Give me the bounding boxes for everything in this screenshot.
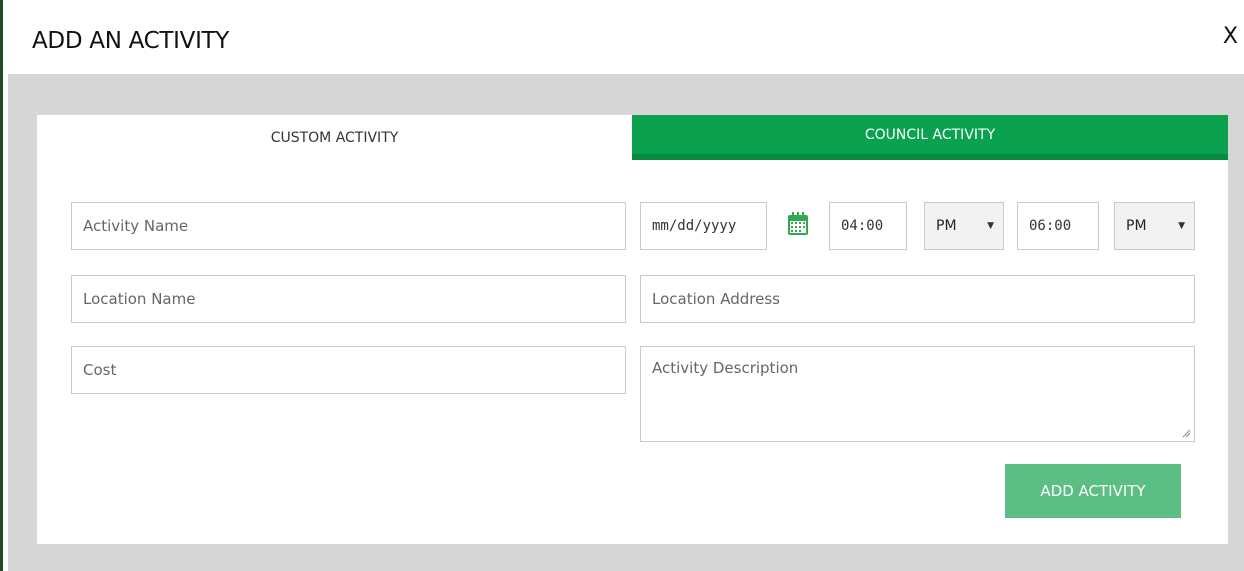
date-input[interactable]: mm/dd/yyyy [640,202,767,250]
end-period-select[interactable]: PM ▼ [1114,202,1195,250]
caret-down-icon: ▼ [987,221,994,231]
activity-name-input[interactable]: Activity Name [71,202,626,250]
modal-body: CUSTOM ACTIVITY COUNCIL ACTIVITY Activit… [8,74,1244,571]
start-period-value: PM [936,218,957,234]
add-activity-modal: ADD AN ACTIVITY X CUSTOM ACTIVITY COUNCI… [8,8,1244,571]
location-address-placeholder: Location Address [652,290,780,308]
calendar-icon[interactable] [786,211,810,237]
end-time-value: 06:00 [1029,218,1072,234]
tab-custom-activity[interactable]: CUSTOM ACTIVITY [37,115,632,160]
window-edge [0,0,3,571]
date-placeholder: mm/dd/yyyy [652,218,737,234]
activity-name-placeholder: Activity Name [83,217,189,235]
activity-form-card: CUSTOM ACTIVITY COUNCIL ACTIVITY Activit… [37,115,1228,544]
activity-description-textarea[interactable]: Activity Description [640,346,1195,442]
activity-description-placeholder: Activity Description [652,359,799,377]
start-period-select[interactable]: PM ▼ [924,202,1004,250]
resize-grip-icon[interactable] [1182,429,1191,438]
cost-placeholder: Cost [83,361,117,379]
modal-header: ADD AN ACTIVITY X [8,8,1244,74]
start-time-value: 04:00 [841,218,884,234]
location-address-input[interactable]: Location Address [640,275,1195,323]
close-button[interactable]: X [1223,24,1238,49]
add-activity-button[interactable]: ADD ACTIVITY [1005,464,1181,518]
location-name-placeholder: Location Name [83,290,196,308]
start-time-input[interactable]: 04:00 [829,202,907,250]
modal-title: ADD AN ACTIVITY [32,28,230,54]
cost-input[interactable]: Cost [71,346,626,394]
caret-down-icon: ▼ [1178,221,1185,231]
end-period-value: PM [1126,218,1147,234]
end-time-input[interactable]: 06:00 [1017,202,1099,250]
location-name-input[interactable]: Location Name [71,275,626,323]
tab-council-activity[interactable]: COUNCIL ACTIVITY [632,115,1228,160]
